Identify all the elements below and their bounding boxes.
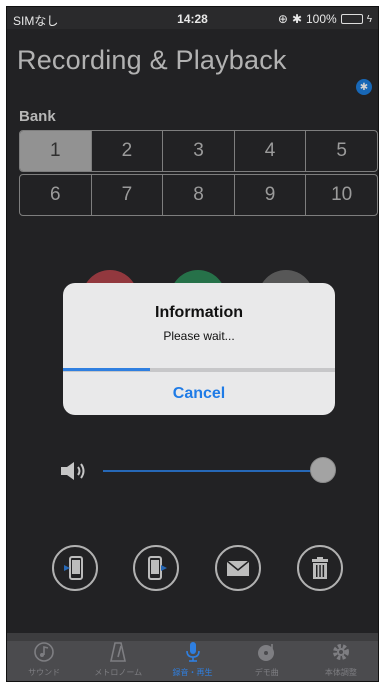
cancel-button[interactable]: Cancel [63,372,335,415]
bluetooth-icon: ✱ [291,12,302,26]
music-note-icon [34,642,54,662]
battery-icon [340,14,363,24]
charging-icon: ϟ [366,13,372,25]
orientation-lock-icon: ⊕ [277,12,288,26]
status-indicators: ⊕ ✱ 100% ϟ [278,12,372,26]
microphone-icon [185,642,200,662]
tab-label: メトロノーム [94,668,143,677]
tab-label: 本体調整 [324,668,357,677]
status-bar: SIMなし 14:28 ⊕ ✱ 100% ϟ [7,7,378,29]
tab-label: デモ曲 [254,668,279,677]
tab-label: 録音・再生 [172,668,213,677]
battery-percent: 100% [306,12,337,26]
dialog-title: Information [155,304,243,321]
information-dialog: Information Please wait... Cancel [63,283,335,415]
dialog-message: Please wait... [163,329,235,343]
gear-icon [332,644,349,660]
app-screen: SIMなし 14:28 ⊕ ✱ 100% ϟ Recording & Playb… [6,6,379,682]
metronome-icon [110,642,127,662]
demo-disc-icon [257,644,274,661]
tab-label: サウンド [28,668,61,677]
